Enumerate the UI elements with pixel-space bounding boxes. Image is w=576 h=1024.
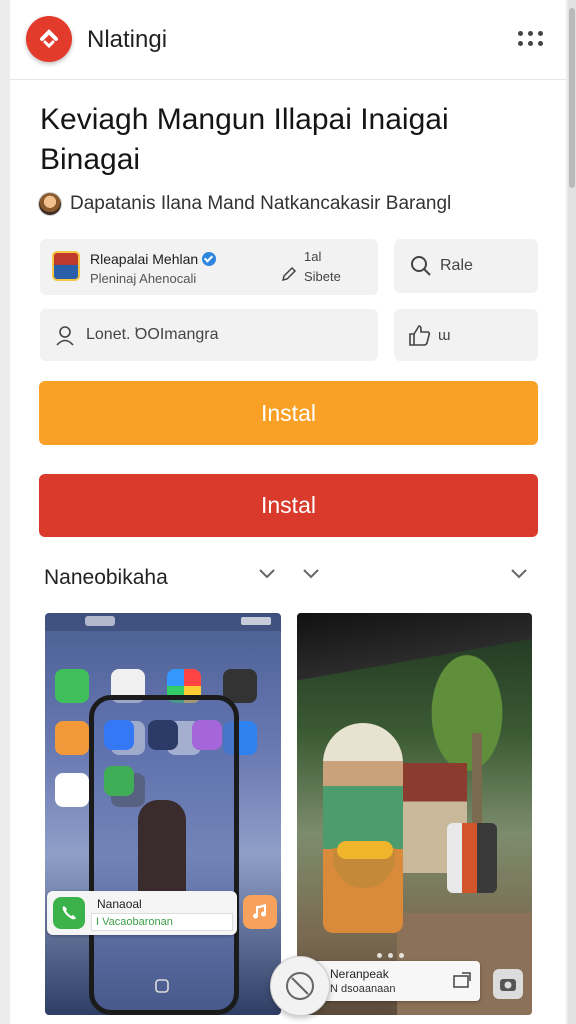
woman-photo <box>323 723 403 933</box>
rate-label: Rale <box>440 257 473 274</box>
music-icon <box>243 895 277 929</box>
chevron-down-icon[interactable] <box>302 568 320 580</box>
fruit-basket <box>337 841 393 859</box>
app-name: Nlatingi <box>87 26 168 53</box>
avatar <box>38 192 62 216</box>
status-bar <box>45 613 281 631</box>
notification-subtitle: I Vacaobaronan <box>91 913 233 931</box>
person-icon <box>56 326 74 346</box>
developer-card[interactable]: Rleapalai Mehlan Pleninaj Ahenocali 1al … <box>40 239 378 295</box>
top-app-bar: Nlatingi <box>10 0 566 80</box>
rate-card[interactable]: Rale <box>394 239 538 293</box>
pager-dots <box>377 953 404 958</box>
chevron-down-icon[interactable] <box>510 568 528 580</box>
stat-value: 1al <box>304 249 322 264</box>
floating-action-button[interactable] <box>270 956 330 1016</box>
app-logo-icon[interactable] <box>26 16 72 62</box>
notification-subtitle: N dsoaanaan <box>330 983 396 995</box>
notification-card[interactable]: Nanaoal I Vacaobaronan <box>47 891 237 935</box>
camera-icon[interactable] <box>493 969 523 999</box>
notification-title: Neranpeak <box>330 967 389 981</box>
verified-icon <box>202 252 217 266</box>
app-page: Nlatingi Keviagh Mangun Illapai Inaigai … <box>10 0 566 1024</box>
phone-mockup <box>89 695 239 1015</box>
install-button[interactable]: Instal <box>39 381 538 445</box>
thumbs-up-icon <box>409 325 431 346</box>
section-title: Naneobikaha <box>44 566 168 589</box>
phone-icon <box>53 897 85 929</box>
person-photo <box>138 800 186 900</box>
developer-name-row: Rleapalai Mehlan <box>90 251 217 267</box>
notification-title: Nanaoal <box>97 897 142 911</box>
screenshot-2[interactable]: Neranpeak N dsoaanaan <box>297 613 532 1015</box>
camera-icon <box>155 979 169 993</box>
no-icon <box>286 972 314 1000</box>
install-secondary-button[interactable]: Instal <box>39 474 538 537</box>
subtitle-row: Dapatanis Ilana Mand Natkancakasir Baran… <box>38 192 451 216</box>
search-icon <box>411 256 431 276</box>
language-label: Lonet. ̛OOImangra <box>86 326 219 343</box>
share-icon[interactable] <box>452 971 472 989</box>
more-options-icon[interactable] <box>518 28 544 50</box>
scrollbar-thumb[interactable] <box>569 8 575 188</box>
like-card[interactable]: ɯ <box>394 309 538 361</box>
chevron-down-icon[interactable] <box>258 568 276 580</box>
divider <box>88 296 192 302</box>
like-label: ɯ <box>438 326 451 344</box>
edit-icon <box>281 266 297 282</box>
screenshot-1[interactable]: Nanaoal I Vacaobaronan <box>45 613 281 1015</box>
developer-subtitle: Pleninaj Ahenocali <box>90 271 197 286</box>
listing-subtitle: Dapatanis Ilana Mand Natkancakasir Baran… <box>70 193 452 214</box>
stat-label: Sibete <box>304 269 341 284</box>
stat-block[interactable]: 1al Sibete <box>278 247 358 289</box>
developer-badge-icon <box>52 251 80 281</box>
developer-name: Rleapalai Mehlan <box>90 251 199 267</box>
listing-title: Keviagh Mangun Illapai Inaigai Binagai <box>40 103 449 176</box>
scrollbar[interactable] <box>568 0 576 1024</box>
language-card[interactable]: Lonet. ̛OOImangra <box>40 309 378 361</box>
